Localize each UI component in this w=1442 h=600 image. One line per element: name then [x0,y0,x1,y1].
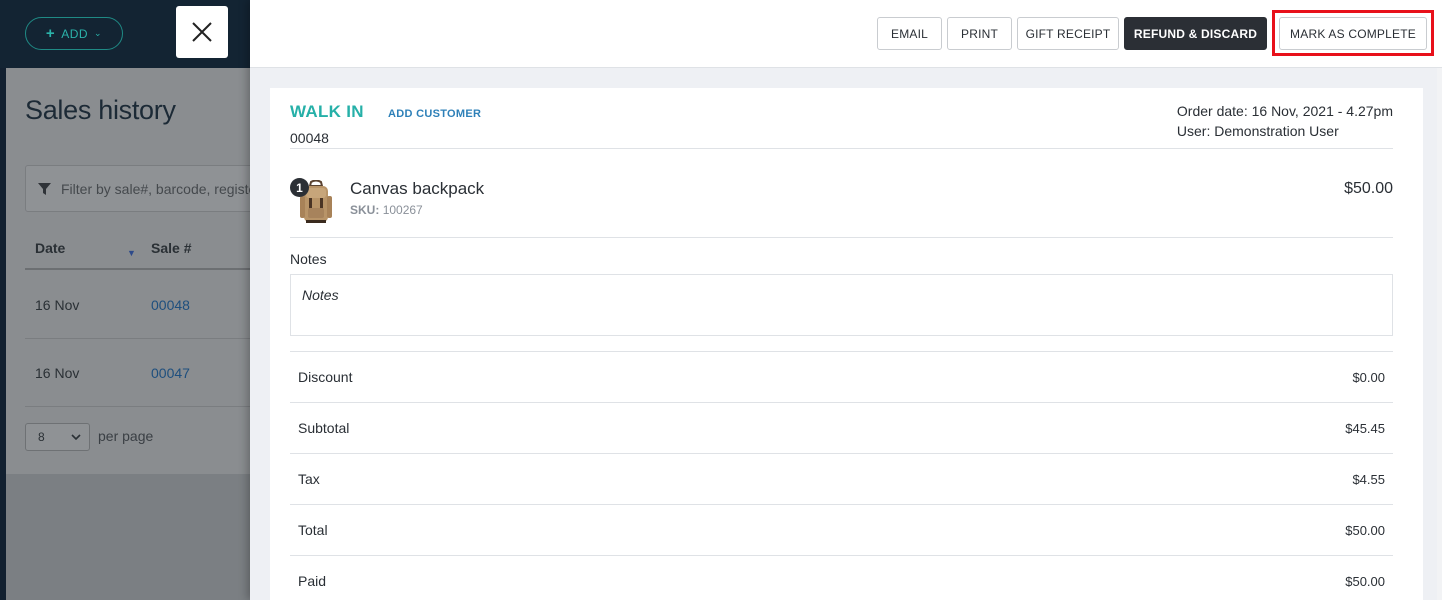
header-divider [25,268,250,270]
order-number: 00048 [290,130,329,146]
order-panel: WALK IN ADD CUSTOMER 00048 Order date: 1… [270,88,1423,600]
add-customer-link[interactable]: ADD CUSTOMER [388,108,481,120]
total-row-paid: Paid $50.00 [290,555,1393,600]
sort-desc-icon[interactable]: ▼ [127,248,136,258]
order-meta: Order date: 16 Nov, 2021 - 4.27pm User: … [1177,101,1393,141]
column-header-sale[interactable]: Sale # [151,240,191,256]
total-row-tax: Tax $4.55 [290,453,1393,504]
filter-input[interactable]: Filter by sale#, barcode, register [25,165,255,212]
total-value: $45.45 [1345,420,1385,436]
total-label: Subtotal [298,420,350,436]
row-divider [25,406,250,407]
total-value: $0.00 [1352,369,1385,385]
filter-icon [38,182,51,195]
total-label: Total [298,522,328,538]
total-value: $4.55 [1352,471,1385,487]
total-value: $50.00 [1345,522,1385,538]
total-value: $50.00 [1345,573,1385,589]
table-row-sale-link[interactable]: 00047 [151,365,190,381]
per-page-select[interactable]: 8 [25,423,90,451]
filter-placeholder: Filter by sale#, barcode, register [61,180,255,197]
total-label: Tax [298,471,320,487]
divider [290,148,1393,149]
drawer-toolbar: EMAIL PRINT GIFT RECEIPT REFUND & DISCAR… [250,0,1442,68]
notes-label: Notes [290,251,327,267]
product-price: $50.00 [1344,180,1393,197]
total-row-discount: Discount $0.00 [290,351,1393,402]
add-button[interactable]: + ADD ⌄ [25,17,123,50]
column-header-date[interactable]: Date [35,240,65,256]
sales-card [6,68,250,474]
close-drawer-button[interactable] [176,6,228,58]
plus-icon: + [45,25,56,42]
table-row-sale-link[interactable]: 00048 [151,297,190,313]
add-button-label: ADD [61,26,89,41]
notes-textarea[interactable]: Notes [290,274,1393,336]
refund-discard-button[interactable]: REFUND & DISCARD [1124,17,1267,50]
sale-detail-drawer: EMAIL PRINT GIFT RECEIPT REFUND & DISCAR… [250,0,1442,600]
email-button[interactable]: EMAIL [877,17,942,50]
chevron-down-icon [71,434,81,440]
table-row-date: 16 Nov [35,365,80,381]
sku-label: SKU: [350,203,380,217]
total-label: Discount [298,369,353,385]
customer-name: WALK IN [290,102,364,121]
row-divider [25,338,250,339]
sku-value: 100267 [382,203,423,217]
per-page-label: per page [98,428,154,444]
chevron-down-icon: ⌄ [94,28,103,38]
order-user: User: Demonstration User [1176,123,1339,139]
notes-placeholder: Notes [302,287,339,303]
close-icon [192,22,212,42]
order-date: Order date: 16 Nov, 2021 - 4.27pm [1176,103,1393,119]
total-label: Paid [298,573,327,589]
product-sku: SKU: 100267 [350,203,423,217]
table-row-date: 16 Nov [35,297,80,313]
product-name: Canvas backpack [350,179,485,198]
page-title: Sales history [25,95,176,125]
highlight-box [1272,10,1434,56]
gift-receipt-button[interactable]: GIFT RECEIPT [1017,17,1119,50]
scrollbar[interactable] [1437,68,1442,600]
print-button[interactable]: PRINT [947,17,1012,50]
total-row-subtotal: Subtotal $45.45 [290,402,1393,453]
per-page-value: 8 [38,430,45,444]
divider [290,237,1393,238]
quantity-badge: 1 [290,178,309,197]
total-row-total: Total $50.00 [290,504,1393,555]
